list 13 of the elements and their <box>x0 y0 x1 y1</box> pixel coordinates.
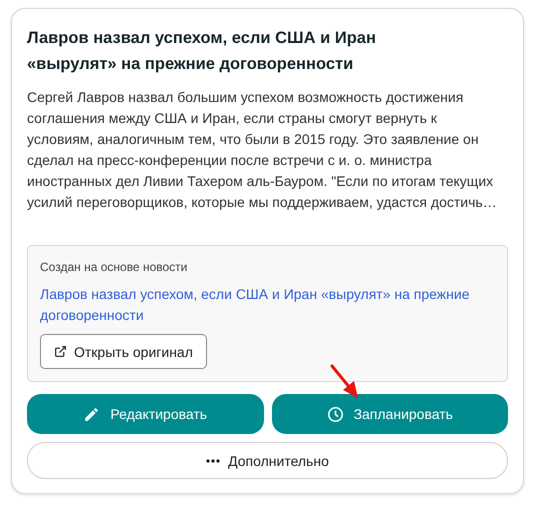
news-summary: Сергей Лавров назвал большим успехом возможность достижения соглашения между США и Иран, если страны смогут вернуть к условиям, аналогичным тем, что были в 2015 году. Это заявление он сделал на пресс-конференции после встречи с и. о. министра иностранных дел Ливии Тахером аль-Бауром. "Если по итогам текущих усилий переговорщиков, которые мы поддерживаем, удастся достичь… <box>27 88 497 212</box>
more-button[interactable]: Дополнительно <box>27 442 508 479</box>
source-link[interactable]: Лавров назвал успехом, если США и Иран «вырулят» на прежние договоренности <box>40 284 495 326</box>
clock-icon <box>326 406 344 422</box>
news-title: Лавров назвал успехом, если США и Иран «вырулят» на прежние договоренности <box>27 28 377 75</box>
more-icon <box>206 458 220 462</box>
source-caption: Создан на основе новости <box>40 260 188 274</box>
arrow-drawing <box>330 364 360 400</box>
open-original-button[interactable]: Открыть оригинал <box>40 334 207 369</box>
external-link-icon <box>54 345 67 358</box>
schedule-button[interactable]: Запланировать <box>272 394 508 434</box>
edit-button[interactable]: Редактировать <box>27 394 264 434</box>
pencil-icon <box>83 406 100 422</box>
